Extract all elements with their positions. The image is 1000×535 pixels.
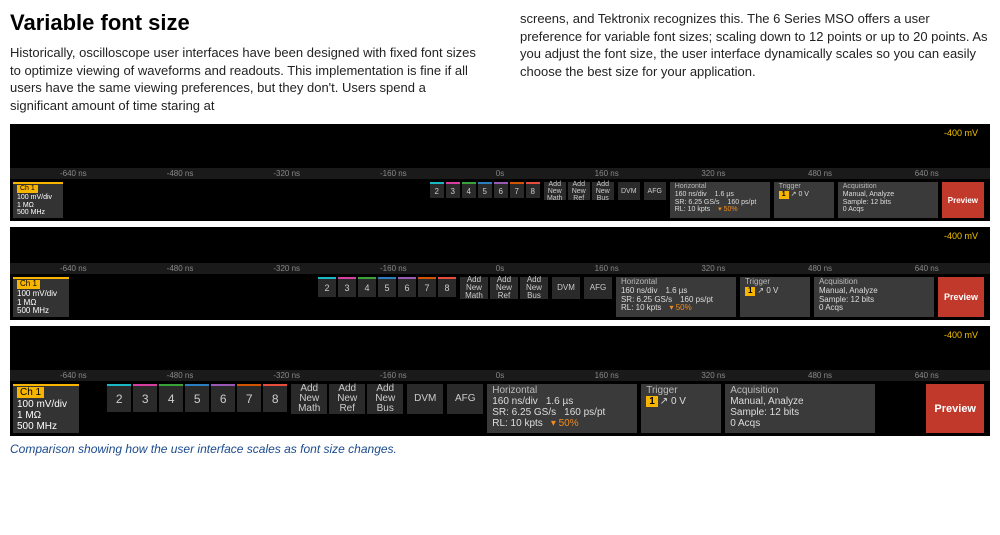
- dvm-button[interactable]: DVM: [407, 384, 443, 414]
- horizontal-info[interactable]: Horizontal 160 ns/div1.6 µs SR: 6.25 GS/…: [487, 384, 637, 433]
- channel-tile-ch1[interactable]: Ch 1 100 mV/div 1 MΩ 500 MHz: [13, 182, 63, 218]
- cursor-readout: -400 mV: [944, 330, 978, 340]
- heading: Variable font size: [10, 10, 480, 36]
- channel-7-button[interactable]: 7: [418, 277, 436, 297]
- dvm-button[interactable]: DVM: [552, 277, 580, 299]
- preview-button[interactable]: Preview: [942, 182, 984, 218]
- trigger-info[interactable]: Trigger 1↗ 0 V: [740, 277, 810, 317]
- waveform-area[interactable]: -400 mV: [10, 124, 990, 168]
- bottom-bar: Ch 1 100 mV/div 1 MΩ 500 MHz 2345678 Add…: [10, 179, 990, 221]
- add-new-math-button[interactable]: AddNewMath: [291, 384, 327, 414]
- waveform-area[interactable]: -400 mV: [10, 326, 990, 370]
- intro-para-left: Historically, oscilloscope user interfac…: [10, 44, 480, 114]
- preview-button[interactable]: Preview: [926, 384, 984, 433]
- channel-tile-ch1[interactable]: Ch 1 100 mV/div 1 MΩ 500 MHz: [13, 384, 79, 433]
- afg-button[interactable]: AFG: [584, 277, 612, 299]
- acquisition-info[interactable]: Acquisition Manual, Analyze Sample: 12 b…: [814, 277, 934, 317]
- scope-screenshot-default: DEFAULT -400 mV -640 ns-480 ns-320 ns-16…: [10, 227, 990, 320]
- add-new-buttons: AddNewMathAddNewRefAddNewBus: [460, 277, 548, 317]
- channel-5-button[interactable]: 5: [185, 384, 209, 412]
- channel-2-button[interactable]: 2: [430, 182, 444, 198]
- add-new-bus-button[interactable]: AddNewBus: [520, 277, 548, 299]
- time-axis: -640 ns-480 ns-320 ns-160 ns0s160 ns320 …: [10, 168, 990, 179]
- bottom-bar: Ch 1 100 mV/div 1 MΩ 500 MHz 2345678 Add…: [10, 274, 990, 320]
- add-new-buttons: AddNewMathAddNewRefAddNewBus: [544, 182, 614, 218]
- scope-screenshot-12pt: 12 POINT -400 mV -640 ns-480 ns-320 ns-1…: [10, 124, 990, 221]
- inactive-channel-buttons: 2345678: [318, 277, 456, 317]
- cursor-readout: -400 mV: [944, 231, 978, 241]
- channel-3-button[interactable]: 3: [446, 182, 460, 198]
- channel-4-button[interactable]: 4: [358, 277, 376, 297]
- horizontal-info[interactable]: Horizontal 160 ns/div1.6 µs SR: 6.25 GS/…: [616, 277, 736, 317]
- afg-button[interactable]: AFG: [644, 182, 666, 200]
- intro-text-block: Variable font size Historically, oscillo…: [10, 10, 990, 114]
- add-new-bus-button[interactable]: AddNewBus: [367, 384, 403, 414]
- cursor-readout: -400 mV: [944, 128, 978, 138]
- channel-8-button[interactable]: 8: [438, 277, 456, 297]
- trigger-info[interactable]: Trigger 1↗ 0 V: [774, 182, 834, 218]
- add-new-buttons: AddNewMathAddNewRefAddNewBus: [291, 384, 403, 433]
- inactive-channel-buttons: 2345678: [107, 384, 287, 433]
- channel-tile-ch1[interactable]: Ch 1 100 mV/div 1 MΩ 500 MHz: [13, 277, 69, 317]
- add-new-bus-button[interactable]: AddNewBus: [592, 182, 614, 200]
- scope-screenshot-20pt: 20 POINT -400 mV -640 ns-480 ns-320 ns-1…: [10, 326, 990, 436]
- channel-2-button[interactable]: 2: [107, 384, 131, 412]
- channel-5-button[interactable]: 5: [478, 182, 492, 198]
- inactive-channel-buttons: 2345678: [430, 182, 540, 218]
- trigger-info[interactable]: Trigger 1↗ 0 V: [641, 384, 721, 433]
- channel-4-button[interactable]: 4: [159, 384, 183, 412]
- acquisition-info[interactable]: Acquisition Manual, Analyze Sample: 12 b…: [838, 182, 938, 218]
- add-new-math-button[interactable]: AddNewMath: [460, 277, 488, 299]
- channel-8-button[interactable]: 8: [263, 384, 287, 412]
- time-axis: -640 ns-480 ns-320 ns-160 ns0s160 ns320 …: [10, 263, 990, 274]
- afg-button[interactable]: AFG: [447, 384, 483, 414]
- preview-button[interactable]: Preview: [938, 277, 984, 317]
- dvm-button[interactable]: DVM: [618, 182, 640, 200]
- add-new-ref-button[interactable]: AddNewRef: [490, 277, 518, 299]
- channel-3-button[interactable]: 3: [338, 277, 356, 297]
- time-axis: -640 ns-480 ns-320 ns-160 ns0s160 ns320 …: [10, 370, 990, 381]
- channel-8-button[interactable]: 8: [526, 182, 540, 198]
- channel-7-button[interactable]: 7: [510, 182, 524, 198]
- add-new-ref-button[interactable]: AddNewRef: [568, 182, 590, 200]
- acquisition-info[interactable]: Acquisition Manual, Analyze Sample: 12 b…: [725, 384, 875, 433]
- intro-para-right: screens, and Tektronix recognizes this. …: [520, 10, 990, 80]
- channel-5-button[interactable]: 5: [378, 277, 396, 297]
- channel-7-button[interactable]: 7: [237, 384, 261, 412]
- channel-4-button[interactable]: 4: [462, 182, 476, 198]
- channel-6-button[interactable]: 6: [494, 182, 508, 198]
- channel-3-button[interactable]: 3: [133, 384, 157, 412]
- figure-caption: Comparison showing how the user interfac…: [10, 442, 990, 456]
- channel-6-button[interactable]: 6: [398, 277, 416, 297]
- bottom-bar: Ch 1 100 mV/div 1 MΩ 500 MHz 2345678 Add…: [10, 381, 990, 436]
- channel-2-button[interactable]: 2: [318, 277, 336, 297]
- horizontal-info[interactable]: Horizontal 160 ns/div1.6 µs SR: 6.25 GS/…: [670, 182, 770, 218]
- waveform-area[interactable]: -400 mV: [10, 227, 990, 263]
- channel-6-button[interactable]: 6: [211, 384, 235, 412]
- add-new-math-button[interactable]: AddNewMath: [544, 182, 566, 200]
- add-new-ref-button[interactable]: AddNewRef: [329, 384, 365, 414]
